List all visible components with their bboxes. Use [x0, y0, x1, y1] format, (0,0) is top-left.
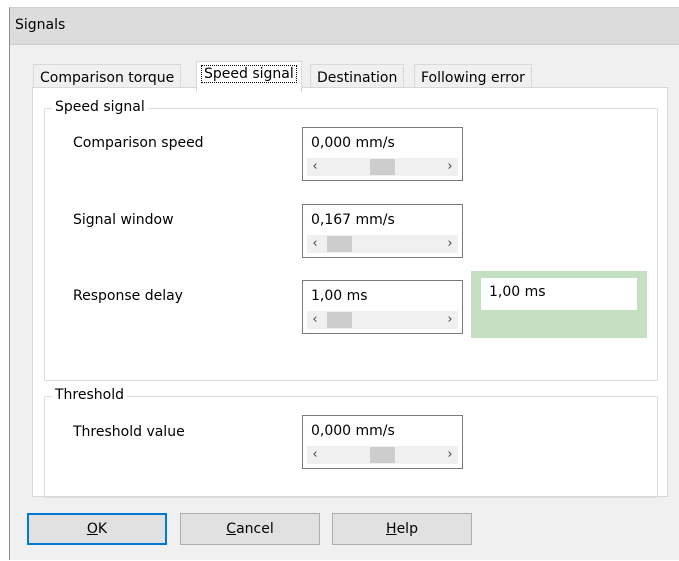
scroll-left-icon[interactable]: ‹ [307, 446, 323, 464]
help-button[interactable]: Help [332, 513, 472, 545]
tab-label: Comparison torque [40, 70, 175, 86]
ok-label-rest: K [97, 521, 108, 537]
response-delay-scrollbar[interactable]: ‹ › [307, 311, 458, 329]
ok-button[interactable]: OK [27, 513, 167, 545]
scroll-right-icon[interactable]: › [442, 311, 458, 329]
signals-dialog: Signals Comparison torque Speed signal D… [9, 7, 679, 560]
cancel-mnemonic: C [226, 521, 237, 537]
scroll-left-icon[interactable]: ‹ [307, 311, 323, 329]
signal-window-label: Signal window [73, 212, 174, 228]
cancel-button[interactable]: Cancel [180, 513, 320, 545]
response-delay-value[interactable]: 1,00 ms [311, 288, 368, 304]
scroll-right-icon[interactable]: › [442, 235, 458, 253]
comparison-speed-scrollbar[interactable]: ‹ › [307, 158, 458, 176]
tab-label: Following error [421, 70, 525, 86]
response-delay-label: Response delay [73, 288, 183, 304]
scroll-left-icon[interactable]: ‹ [307, 235, 323, 253]
signal-window-scrollbar[interactable]: ‹ › [307, 235, 458, 253]
threshold-value-label: Threshold value [73, 424, 185, 440]
comparison-speed-label: Comparison speed [73, 135, 204, 151]
comparison-speed-thumb[interactable] [370, 159, 395, 175]
help-label-rest: elp [396, 521, 418, 537]
cancel-label-rest: ancel [236, 521, 274, 537]
response-delay-echo-value: 1,00 ms [489, 284, 546, 300]
tab-label: Speed signal [201, 65, 297, 83]
threshold-group-title: Threshold [52, 387, 127, 403]
threshold-value-thumb[interactable] [370, 447, 395, 463]
title-bar[interactable]: Signals [10, 8, 679, 45]
threshold-value-field[interactable]: 0,000 mm/s ‹ › [302, 415, 463, 469]
signal-window-field[interactable]: 0,167 mm/s ‹ › [302, 204, 463, 258]
signal-window-thumb[interactable] [327, 236, 352, 252]
tab-label: Destination [317, 70, 398, 86]
scroll-right-icon[interactable]: › [442, 446, 458, 464]
signal-window-value[interactable]: 0,167 mm/s [311, 212, 395, 228]
window-title: Signals [15, 17, 66, 33]
scroll-left-icon[interactable]: ‹ [307, 158, 323, 176]
comparison-speed-field[interactable]: 0,000 mm/s ‹ › [302, 127, 463, 181]
threshold-value-scrollbar[interactable]: ‹ › [307, 446, 458, 464]
response-delay-echo-field: 1,00 ms [481, 278, 637, 310]
tab-speed-signal[interactable]: Speed signal [196, 61, 302, 92]
response-delay-thumb[interactable] [327, 312, 352, 328]
comparison-speed-value[interactable]: 0,000 mm/s [311, 135, 395, 151]
ok-mnemonic: O [86, 521, 98, 537]
threshold-value-value[interactable]: 0,000 mm/s [311, 423, 395, 439]
speed-signal-group-title: Speed signal [52, 99, 148, 115]
response-delay-echo-box: 1,00 ms [471, 271, 647, 338]
help-mnemonic: H [386, 521, 397, 537]
response-delay-field[interactable]: 1,00 ms ‹ › [302, 280, 463, 334]
scroll-right-icon[interactable]: › [442, 158, 458, 176]
